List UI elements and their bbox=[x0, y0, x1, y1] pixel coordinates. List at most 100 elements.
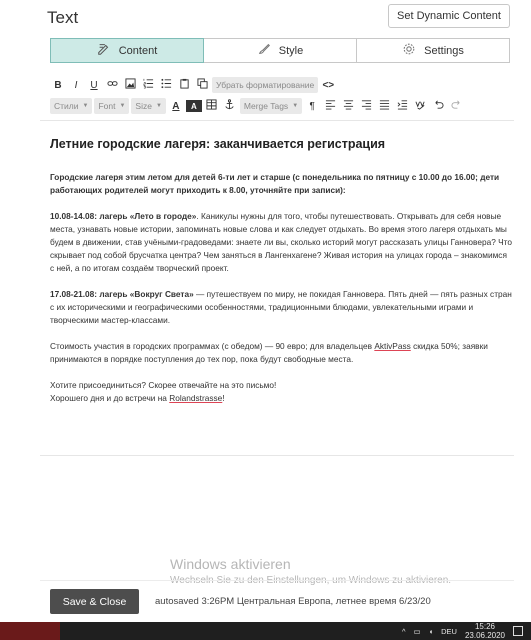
system-tray: ^ ▭ ◖ DEU 15:26 23.06.2020 bbox=[402, 622, 531, 640]
editor-toolbar-row-1: B I U Убрать форматирование <> bbox=[50, 75, 510, 95]
camp-2-title: 17.08-21.08: лагерь «Вокруг Света» bbox=[50, 289, 194, 299]
network-icon[interactable]: ▭ bbox=[413, 627, 420, 636]
align-right-button[interactable] bbox=[358, 97, 374, 115]
font-dropdown[interactable]: Font ▼ bbox=[94, 98, 130, 114]
tab-style[interactable]: Style bbox=[204, 38, 357, 63]
toolbar-divider bbox=[40, 120, 514, 121]
tab-content[interactable]: Content bbox=[50, 38, 204, 63]
notification-icon[interactable] bbox=[513, 626, 523, 636]
tab-settings-label: Settings bbox=[424, 44, 464, 57]
undo-button[interactable] bbox=[430, 97, 446, 115]
table-icon bbox=[206, 99, 217, 113]
anchor-icon bbox=[224, 99, 235, 113]
editor-toolbar-row-2: Стили ▼ Font ▼ Size ▼ A A Merge Tags ▼ ¶ bbox=[50, 96, 510, 116]
styles-dropdown-label: Стили bbox=[54, 101, 79, 111]
size-dropdown[interactable]: Size ▼ bbox=[131, 98, 166, 114]
image-icon bbox=[124, 78, 136, 92]
rolandstrasse-word: Rolandstrasse bbox=[169, 393, 223, 403]
undo-icon bbox=[433, 99, 444, 113]
chevron-down-icon: ▼ bbox=[155, 103, 162, 109]
bold-button[interactable]: B bbox=[50, 76, 66, 94]
email-heading: Летние городские лагеря: заканчивается р… bbox=[50, 137, 386, 151]
bullet-list-icon bbox=[160, 78, 172, 92]
closing-line-1: Хотите присоединиться? Скорее отвечайте … bbox=[50, 380, 277, 390]
tab-content-label: Content bbox=[118, 44, 158, 57]
closing-line-2-before: Хорошего дня и до встречи на bbox=[50, 393, 170, 403]
gear-icon bbox=[402, 42, 416, 59]
clock-time: 15:26 bbox=[474, 622, 495, 631]
watermark-title: Windows aktivieren bbox=[170, 556, 291, 572]
font-dropdown-label: Font bbox=[98, 101, 116, 111]
bullet-list-button[interactable] bbox=[158, 76, 174, 94]
taskbar-clock[interactable]: 15:26 23.06.2020 bbox=[465, 622, 505, 640]
redo-icon bbox=[451, 99, 462, 113]
source-code-button[interactable]: <> bbox=[320, 76, 336, 94]
price-text-before: Стоимость участия в городских программах… bbox=[50, 341, 375, 351]
size-dropdown-label: Size bbox=[135, 101, 152, 111]
clock-date: 23.06.2020 bbox=[464, 631, 505, 640]
save-and-close-button[interactable]: Save & Close bbox=[50, 589, 139, 614]
background-color-button[interactable]: A bbox=[185, 100, 202, 112]
spellcheck-button[interactable] bbox=[412, 97, 428, 115]
rich-text-editor[interactable]: Летние городские лагеря: заканчивается р… bbox=[50, 136, 512, 418]
numbered-list-icon bbox=[143, 78, 154, 92]
camp-2-paragraph: 17.08-21.08: лагерь «Вокруг Света» — пут… bbox=[50, 288, 512, 327]
chevron-up-icon[interactable]: ^ bbox=[402, 627, 406, 636]
tab-bar: Content Style Settings bbox=[50, 38, 510, 63]
merge-tags-label: Merge Tags bbox=[243, 101, 289, 111]
set-dynamic-content-button[interactable]: Set Dynamic Content bbox=[388, 4, 510, 28]
price-paragraph: Стоимость участия в городских программах… bbox=[50, 340, 512, 366]
chevron-down-icon: ▼ bbox=[292, 103, 299, 109]
panel-header: Text Set Dynamic Content bbox=[0, 0, 531, 34]
camp-1-title: 10.08-14.08: лагерь «Лето в городе» bbox=[50, 211, 197, 221]
paragraph-button[interactable]: ¶ bbox=[304, 97, 320, 115]
redo-button[interactable] bbox=[448, 97, 464, 115]
copy-button[interactable] bbox=[194, 76, 210, 94]
windows-activation-watermark: Windows aktivieren Wechseln Sie zu den E… bbox=[170, 556, 451, 587]
align-left-button[interactable] bbox=[322, 97, 338, 115]
tab-style-label: Style bbox=[278, 44, 304, 57]
table-button[interactable] bbox=[204, 97, 220, 115]
closing-paragraph: Хотите присоединиться? Скорее отвечайте … bbox=[50, 379, 512, 405]
windows-taskbar: ^ ▭ ◖ DEU 15:26 23.06.2020 bbox=[0, 622, 531, 640]
text-color-button[interactable]: A bbox=[168, 97, 184, 115]
anchor-button[interactable] bbox=[222, 97, 238, 115]
autosave-status: autosaved 3:26PM Центральная Европа, лет… bbox=[155, 596, 431, 607]
panel-title: Text bbox=[47, 8, 79, 27]
taskbar-app[interactable] bbox=[0, 622, 60, 640]
clear-format-button[interactable]: Убрать форматирование bbox=[212, 77, 319, 93]
editor-bottom-border bbox=[40, 455, 514, 456]
styles-dropdown[interactable]: Стили ▼ bbox=[50, 98, 93, 114]
image-button[interactable] bbox=[122, 76, 138, 94]
indent-icon bbox=[397, 99, 408, 113]
tab-settings[interactable]: Settings bbox=[357, 38, 510, 63]
aktivpass-word: AktivPass bbox=[374, 341, 411, 351]
align-center-icon bbox=[343, 99, 354, 113]
brush-icon bbox=[257, 42, 271, 59]
closing-line-2-after: ! bbox=[222, 393, 225, 403]
merge-tags-dropdown[interactable]: Merge Tags ▼ bbox=[239, 98, 303, 114]
justify-icon bbox=[379, 99, 390, 113]
intro-paragraph: Городские лагеря этим летом для детей 6-… bbox=[50, 172, 500, 195]
copy-icon bbox=[196, 78, 208, 92]
indent-button[interactable] bbox=[394, 97, 410, 115]
spellcheck-icon bbox=[415, 99, 426, 113]
underline-button[interactable]: U bbox=[86, 76, 102, 94]
link-button[interactable] bbox=[104, 76, 120, 94]
pencil-icon bbox=[97, 42, 111, 59]
volume-icon[interactable]: ◖ bbox=[429, 627, 434, 636]
align-left-icon bbox=[325, 99, 336, 113]
footer-divider bbox=[40, 580, 514, 581]
link-icon bbox=[106, 78, 118, 92]
justify-button[interactable] bbox=[376, 97, 392, 115]
language-indicator[interactable]: DEU bbox=[441, 627, 457, 636]
italic-button[interactable]: I bbox=[68, 76, 84, 94]
chevron-down-icon: ▼ bbox=[82, 103, 89, 109]
camp-1-paragraph: 10.08-14.08: лагерь «Лето в городе». Кан… bbox=[50, 210, 512, 275]
numbered-list-button[interactable] bbox=[140, 76, 156, 94]
align-right-icon bbox=[361, 99, 372, 113]
chevron-down-icon: ▼ bbox=[119, 103, 126, 109]
paste-button[interactable] bbox=[176, 76, 192, 94]
align-center-button[interactable] bbox=[340, 97, 356, 115]
clipboard-icon bbox=[179, 78, 190, 92]
